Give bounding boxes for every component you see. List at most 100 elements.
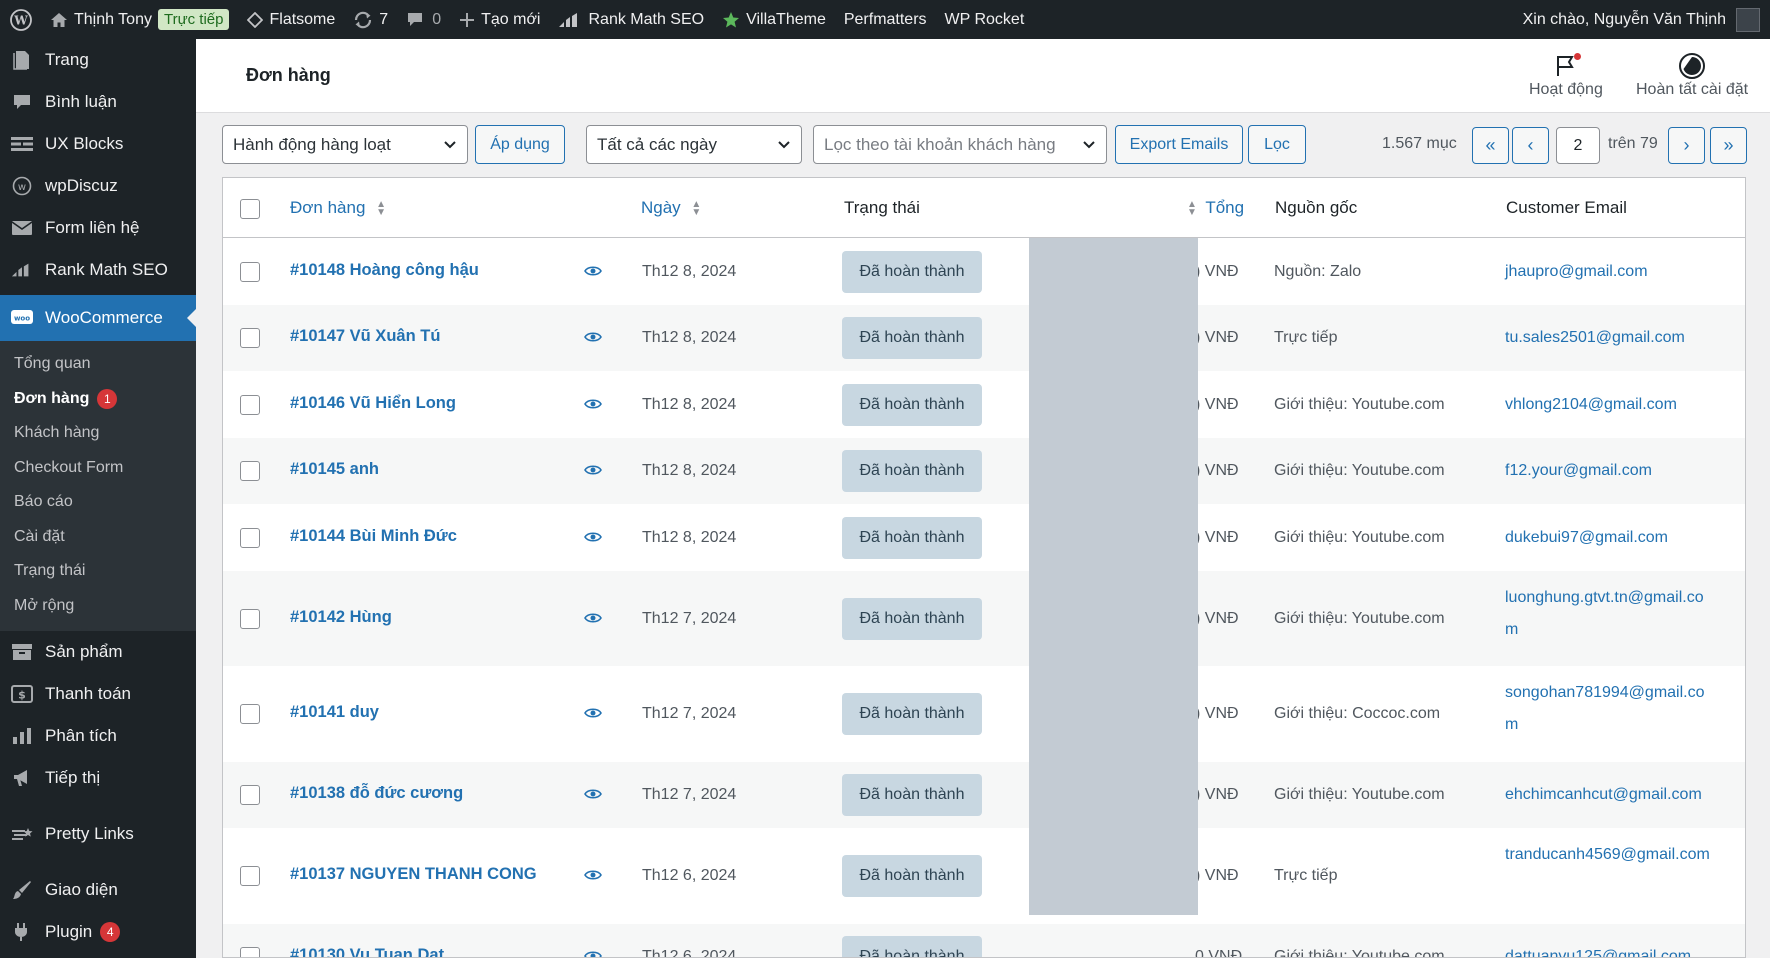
customer-email-link[interactable]: dattuanvu125@gmail.com	[1505, 941, 1715, 957]
preview-eye-icon[interactable]	[584, 868, 602, 886]
table-row[interactable]: #10141 duy Th12 7, 2024 Đã hoàn thành) VNĐ…	[223, 666, 1745, 762]
select-all-checkbox[interactable]	[240, 199, 260, 219]
order-link[interactable]: #10147 Vũ Xuân Tú	[290, 327, 440, 346]
preview-eye-icon[interactable]	[584, 706, 602, 724]
new-content-link[interactable]: Tạo mới	[450, 0, 549, 39]
submenu-item-checkout-form[interactable]: Checkout Form	[0, 451, 196, 486]
column-order[interactable]: Đơn hàng ▲ ▼	[290, 198, 386, 218]
menu-item-payments[interactable]: $ Thanh toán	[0, 673, 196, 715]
menu-item-ux-blocks[interactable]: UX Blocks	[0, 123, 196, 165]
customer-email-link[interactable]: jhaupro@gmail.com	[1505, 256, 1715, 288]
date-filter-select[interactable]: Tất cả các ngày	[586, 125, 802, 164]
order-link[interactable]: #10130 Vu Tuan Dat	[290, 946, 444, 957]
customer-email-link[interactable]: vhlong2104@gmail.com	[1505, 389, 1715, 421]
activity-button[interactable]: Hoạt động	[1529, 51, 1603, 99]
table-row[interactable]: #10148 Hoàng công hậu Th12 8, 2024 Đã hoàn…	[223, 238, 1745, 305]
finish-setup-button[interactable]: Hoàn tất cài đặt	[1636, 51, 1748, 99]
menu-item-pretty-links[interactable]: Pretty Links	[0, 813, 196, 855]
villatheme-menu[interactable]: VillaTheme	[713, 0, 835, 39]
order-link[interactable]: #10141 duy	[290, 703, 379, 722]
last-page-button[interactable]: »	[1710, 127, 1747, 164]
customer-email-link[interactable]: tranducanh4569@gmail.com	[1505, 839, 1715, 871]
menu-item-comments[interactable]: Bình luận	[0, 81, 196, 123]
menu-item-contact-form[interactable]: Form liên hệ	[0, 207, 196, 249]
customer-email-link[interactable]: f12.your@gmail.com	[1505, 455, 1715, 487]
order-link[interactable]: #10146 Vũ Hiển Long	[290, 394, 456, 413]
site-name-link[interactable]: Thịnh Tony Trực tiếp	[41, 0, 238, 39]
wordpress-logo-icon[interactable]: W	[0, 0, 41, 39]
preview-eye-icon[interactable]	[584, 397, 602, 415]
row-checkbox[interactable]	[240, 866, 260, 886]
menu-item-woocommerce[interactable]: woo WooCommerce	[0, 295, 196, 341]
row-checkbox[interactable]	[240, 527, 260, 548]
column-date[interactable]: Ngày ▲ ▼	[641, 198, 701, 218]
row-checkbox[interactable]	[240, 947, 260, 957]
preview-eye-icon[interactable]	[584, 611, 602, 629]
customer-email-link[interactable]: songohan781994@gmail.com	[1505, 677, 1715, 741]
row-checkbox[interactable]	[240, 785, 260, 805]
customer-filter-select[interactable]: Lọc theo tài khoản khách hàng	[813, 125, 1107, 164]
submenu-item-customers[interactable]: Khách hàng	[0, 416, 196, 451]
row-checkbox[interactable]	[240, 704, 260, 724]
preview-eye-icon[interactable]	[584, 463, 602, 481]
first-page-button[interactable]: «	[1472, 127, 1509, 164]
row-checkbox[interactable]	[240, 328, 260, 348]
preview-eye-icon[interactable]	[584, 787, 602, 805]
comments-link[interactable]: 0	[397, 0, 450, 39]
table-row[interactable]: #10144 Bùi Minh Đức Th12 8, 2024 Đã hoàn t…	[223, 504, 1745, 571]
apply-button[interactable]: Áp dụng	[475, 125, 565, 164]
customer-email-link[interactable]: dukebui97@gmail.com	[1505, 522, 1715, 554]
table-row[interactable]: #10146 Vũ Hiển Long Th12 8, 2024 Đã hoàn t…	[223, 371, 1745, 438]
my-account-menu[interactable]: Xin chào, Nguyễn Văn Thịnh	[1514, 0, 1770, 39]
filter-button[interactable]: Lọc	[1248, 125, 1306, 164]
menu-item-rankmath[interactable]: Rank Math SEO	[0, 249, 196, 291]
order-link[interactable]: #10138 đỗ đức cương	[290, 784, 463, 803]
preview-eye-icon[interactable]	[584, 949, 602, 957]
flatsome-menu[interactable]: Flatsome	[238, 0, 344, 39]
order-link[interactable]: #10142 Hùng	[290, 608, 392, 627]
row-checkbox[interactable]	[240, 394, 260, 415]
order-link[interactable]: #10144 Bùi Minh Đức	[290, 527, 457, 546]
table-row[interactable]: #10130 Vu Tuan Dat Th12 6, 2024 Đã hoàn th…	[223, 924, 1745, 957]
submenu-item-extensions[interactable]: Mở rộng	[0, 589, 196, 624]
customer-email-link[interactable]: luonghung.gtvt.tn@gmail.com	[1505, 582, 1715, 646]
order-link[interactable]: #10145 anh	[290, 460, 379, 479]
current-page-input[interactable]: 2	[1556, 127, 1600, 164]
preview-eye-icon[interactable]	[584, 264, 602, 282]
menu-item-appearance[interactable]: Giao diện	[0, 869, 196, 911]
bulk-action-select[interactable]: Hành động hàng loạt	[222, 125, 468, 164]
preview-eye-icon[interactable]	[584, 530, 602, 548]
customer-email-link[interactable]: tu.sales2501@gmail.com	[1505, 322, 1715, 354]
order-link[interactable]: #10148 Hoàng công hậu	[290, 261, 479, 280]
menu-item-analytics[interactable]: Phân tích	[0, 715, 196, 757]
export-emails-button[interactable]: Export Emails	[1115, 125, 1243, 164]
menu-item-products[interactable]: Sản phẩm	[0, 631, 196, 673]
table-row[interactable]: #10145 anh Th12 8, 2024 Đã hoàn thành) VNĐ…	[223, 438, 1745, 504]
row-checkbox[interactable]	[240, 461, 260, 481]
wprocket-menu[interactable]: WP Rocket	[936, 0, 1034, 39]
prev-page-button[interactable]: ‹	[1512, 127, 1549, 164]
menu-item-pages[interactable]: Trang	[0, 39, 196, 81]
table-row[interactable]: #10147 Vũ Xuân Tú Th12 8, 2024 Đã hoàn thà…	[223, 305, 1745, 371]
order-link[interactable]: #10137 NGUYEN THANH CONG	[290, 865, 537, 884]
customer-email-link[interactable]: ehchimcanhcut@gmail.com	[1505, 779, 1715, 811]
submenu-item-orders[interactable]: Đơn hàng 1	[0, 382, 196, 417]
menu-item-wpdiscuz[interactable]: w wpDiscuz	[0, 165, 196, 207]
table-row[interactable]: #10138 đỗ đức cương Th12 7, 2024 Đã hoàn t…	[223, 762, 1745, 828]
rankmath-menu[interactable]: Rank Math SEO	[549, 0, 713, 39]
row-checkbox[interactable]	[240, 261, 260, 282]
updates-link[interactable]: 7	[344, 0, 397, 39]
table-row[interactable]: #10137 NGUYEN THANH CONG Th12 6, 2024 Đã h…	[223, 828, 1745, 924]
perfmatters-menu[interactable]: Perfmatters	[835, 0, 936, 39]
table-row[interactable]: #10142 Hùng Th12 7, 2024 Đã hoàn thành) VN…	[223, 571, 1745, 666]
submenu-item-reports[interactable]: Báo cáo	[0, 485, 196, 520]
column-total[interactable]: ▲ ▼ Tổng	[1187, 198, 1244, 218]
preview-eye-icon[interactable]	[584, 330, 602, 348]
menu-item-marketing[interactable]: Tiếp thị	[0, 757, 196, 799]
submenu-item-settings[interactable]: Cài đặt	[0, 520, 196, 555]
row-checkbox[interactable]	[240, 608, 260, 629]
submenu-item-overview[interactable]: Tổng quan	[0, 347, 196, 382]
menu-item-plugins[interactable]: Plugin 4	[0, 911, 196, 953]
submenu-item-status[interactable]: Trạng thái	[0, 554, 196, 589]
next-page-button[interactable]: ›	[1668, 127, 1705, 164]
